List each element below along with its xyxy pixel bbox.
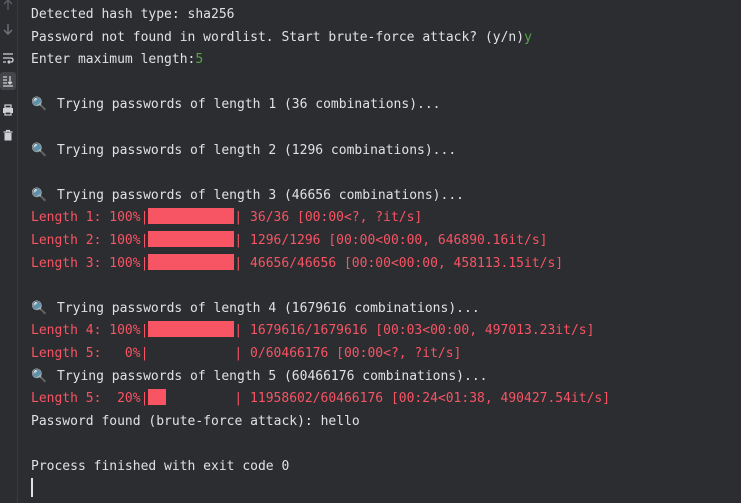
print-icon[interactable] [0,101,16,119]
output-line: Password not found in wordlist. Start br… [31,27,741,50]
progress-bar [148,230,235,247]
output-line: Password found (brute-force attack): hel… [31,413,360,429]
output-line: Process finished with exit code 0 [31,458,290,474]
progress-suffix: | 11958602/60466176 [00:24<01:38, 490427… [234,391,611,407]
progress-bar [148,321,235,338]
output-line: Enter maximum length:5 [31,49,741,72]
magnifier-icon: 🔍 [31,187,48,203]
console-toolbar [0,0,18,503]
progress-fill [148,230,235,247]
progress-line: Length 1: 100%| | 36/36 [00:00<?, ?it/s] [31,207,741,230]
input-line[interactable] [31,478,741,501]
console-output: Detected hash type: sha256 Password not … [31,4,741,501]
magnifier-icon: 🔍 [31,97,48,113]
progress-prefix: Length 5: 20%| [31,391,149,407]
status-text: Trying passwords of length 4 (1679616 co… [57,300,480,316]
magnifier-icon: 🔍 [31,300,48,316]
prompt-text: Enter maximum length: [31,52,196,68]
progress-bar [148,344,234,360]
trash-icon[interactable] [0,126,16,144]
progress-fill [148,389,166,406]
progress-line: Length 2: 100%| | 1296/1296 [00:00<00:00,… [31,230,741,253]
status-text: Trying passwords of length 2 (1296 combi… [57,142,457,158]
progress-prefix: Length 2: 100%| [31,232,149,248]
arrow-down-icon[interactable] [0,20,16,38]
progress-suffix: | 1679616/1679616 [00:03<00:00, 497013.2… [234,323,595,339]
output-line: 🔍 Trying passwords of length 1 (36 combin… [31,94,741,117]
progress-line: Length 4: 100%| | 1679616/1679616 [00:03<… [31,320,741,343]
progress-prefix: Length 4: 100%| [31,323,149,339]
magnifier-icon: 🔍 [31,368,48,384]
progress-prefix: Length 3: 100%| [31,255,149,271]
status-text: Trying passwords of length 5 (60466176 c… [57,368,488,384]
progress-line: Length 3: 100%| | 46656/46656 [00:00<00:0… [31,253,741,276]
progress-suffix: | 46656/46656 [00:00<00:00, 458113.15it/… [234,255,564,271]
output-line: 🔍 Trying passwords of length 3 (46656 com… [31,185,741,208]
progress-bar [148,208,235,225]
user-input: 5 [195,52,204,68]
progress-prefix: Length 1: 100%| [31,210,149,226]
status-text: Trying passwords of length 3 (46656 comb… [57,187,464,203]
output-line: 🔍 Trying passwords of length 2 (1296 comb… [31,140,741,163]
progress-fill [148,253,235,270]
text-cursor [31,478,33,498]
prompt-text: Password not found in wordlist. Start br… [31,29,525,45]
output-line: 🔍 Trying passwords of length 4 (1679616 c… [31,298,741,321]
output-line: Detected hash type: sha256 [31,7,235,22]
status-text: Trying passwords of length 1 (36 combina… [57,97,441,113]
progress-fill [148,321,235,338]
progress-line: Length 5: 0%| | 0/60466176 [00:00<?, ?it/… [31,343,741,366]
progress-bar [148,253,235,270]
progress-line: Length 5: 20%| | 11958602/60466176 [00:24… [31,388,741,411]
progress-prefix: Length 5: 0%| [31,345,149,361]
soft-wrap-icon[interactable] [0,49,16,67]
progress-bar [148,389,234,406]
progress-suffix: | 0/60466176 [00:00<?, ?it/s] [234,345,462,361]
progress-suffix: | 1296/1296 [00:00<00:00, 646890.16it/s] [234,232,548,248]
progress-suffix: | 36/36 [00:00<?, ?it/s] [234,210,423,226]
output-line: 🔍 Trying passwords of length 5 (60466176 … [31,366,741,389]
progress-fill [148,208,235,225]
run-console: Detected hash type: sha256 Password not … [0,0,741,503]
scroll-to-end-icon[interactable] [0,72,16,90]
magnifier-icon: 🔍 [31,142,48,158]
arrow-up-icon[interactable] [0,0,16,14]
user-input: y [524,29,532,45]
